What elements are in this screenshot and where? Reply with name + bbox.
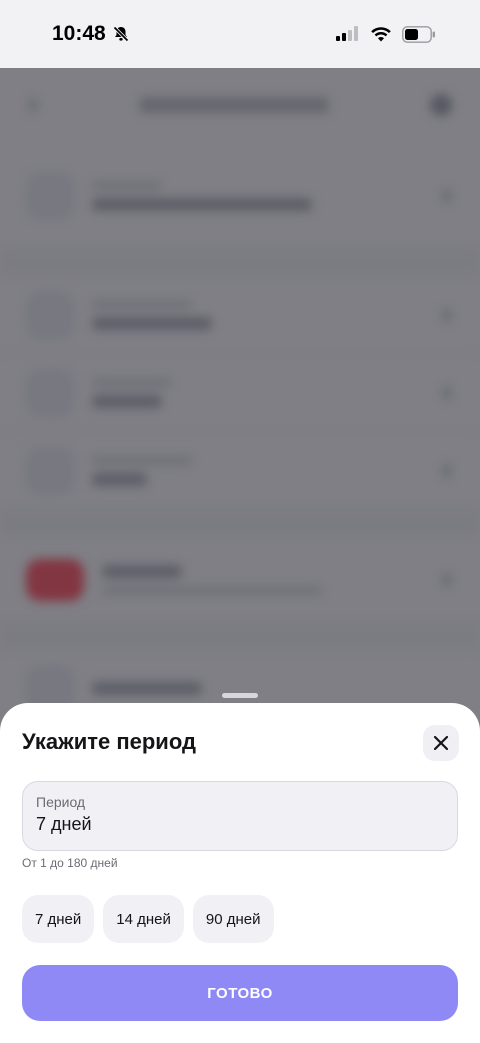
period-field-label: Период <box>36 794 86 810</box>
sheet-title: Укажите период <box>22 729 196 754</box>
close-button[interactable] <box>423 725 459 761</box>
period-chips: 7 дней 14 дней 90 дней <box>22 895 274 943</box>
status-time: 10:48 <box>52 22 106 45</box>
period-input[interactable] <box>36 814 444 835</box>
chip-90-days[interactable]: 90 дней <box>192 895 274 943</box>
status-icons <box>336 25 436 43</box>
chip-7-days[interactable]: 7 дней <box>22 895 95 943</box>
sheet-grabber[interactable] <box>222 693 258 698</box>
wifi-icon <box>371 27 391 42</box>
period-bottom-sheet: Укажите период Период От 1 до 180 дней 7… <box>0 703 480 1043</box>
bell-slash-icon <box>113 26 129 42</box>
close-icon <box>433 735 449 751</box>
period-field[interactable]: Период <box>22 781 458 851</box>
done-button[interactable]: ГОТОВО <box>22 965 458 1021</box>
signal-icon <box>336 26 358 41</box>
status-bar: 10:48 <box>0 0 480 68</box>
battery-icon <box>402 25 435 43</box>
period-hint: От 1 до 180 дней <box>22 856 118 870</box>
chip-14-days[interactable]: 14 дней <box>103 895 184 943</box>
status-time-group: 10:48 <box>52 22 130 46</box>
